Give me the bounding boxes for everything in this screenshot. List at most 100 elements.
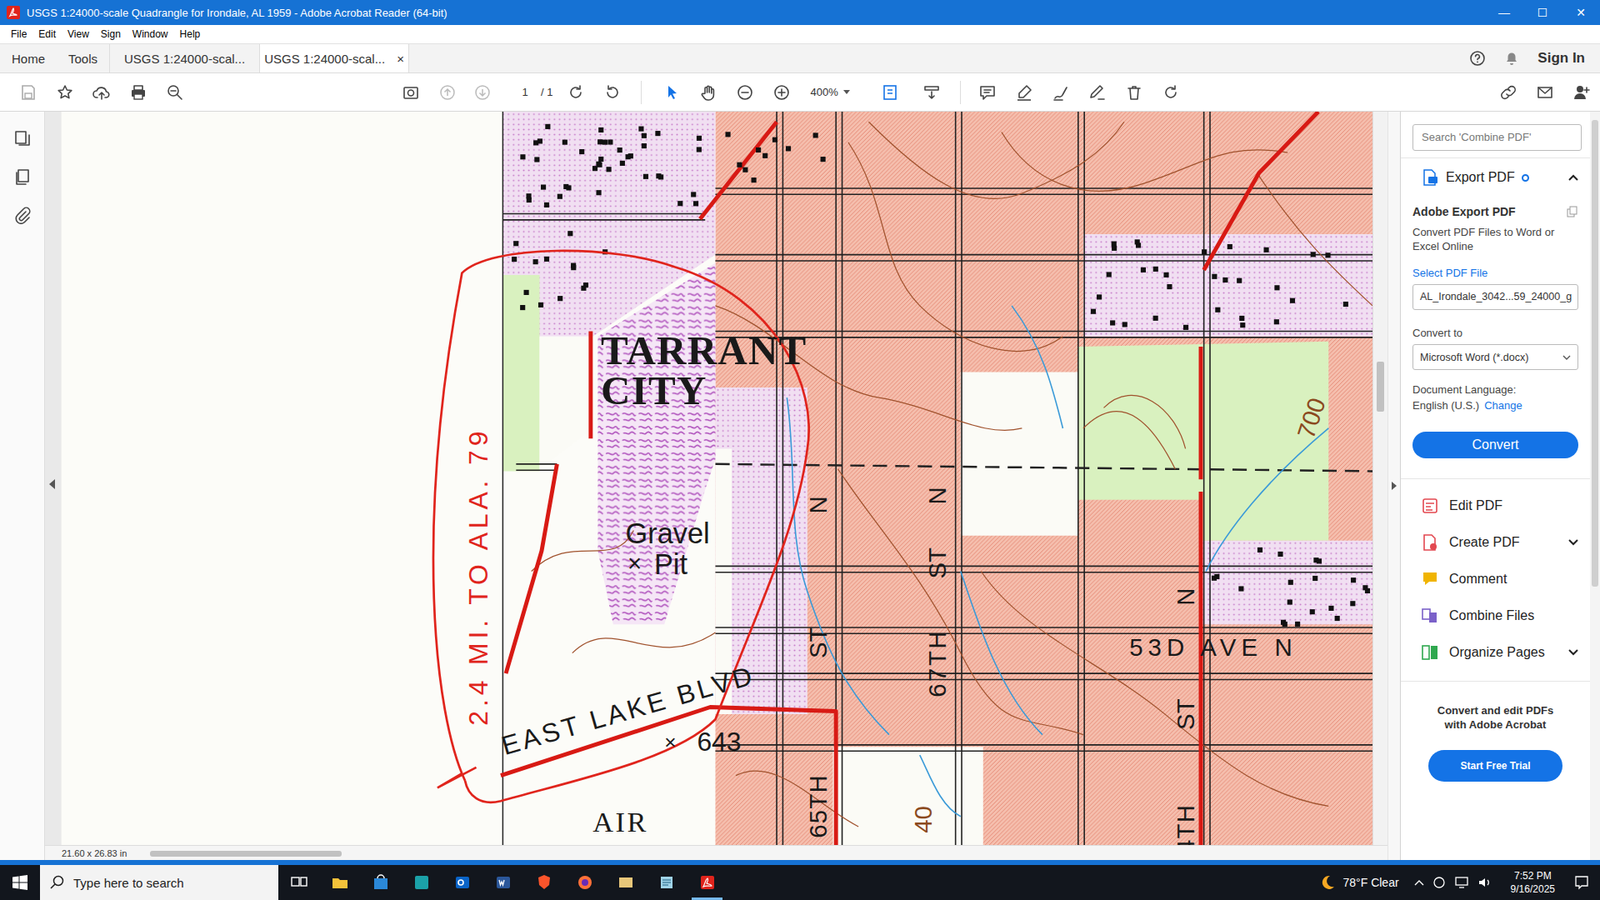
maximize-button[interactable]: ☐ xyxy=(1523,0,1562,25)
minimize-button[interactable]: — xyxy=(1485,0,1524,25)
taskbar-app[interactable] xyxy=(278,865,320,900)
copy-icon[interactable] xyxy=(1566,205,1579,218)
map-label: 65TH xyxy=(804,774,832,839)
sign-in-button[interactable]: Sign In xyxy=(1537,50,1585,67)
chevron-down-icon[interactable] xyxy=(1568,649,1579,656)
hand-button[interactable] xyxy=(696,80,720,105)
horizontal-scrollbar[interactable] xyxy=(136,848,1373,859)
sign-button[interactable] xyxy=(1085,80,1110,105)
tool-item[interactable]: Combine Files xyxy=(1400,597,1590,635)
tab[interactable]: Tools xyxy=(56,44,110,73)
draw-button[interactable] xyxy=(1049,80,1073,105)
taskbar-app[interactable] xyxy=(605,865,646,900)
tool-item[interactable]: Create PDF xyxy=(1400,524,1590,561)
highlight-icon xyxy=(1015,83,1034,102)
map-page[interactable]: TARRANTCITYGravel×PitEAST LAKE BLVD×643N… xyxy=(45,111,1373,845)
highlight-button[interactable] xyxy=(1012,80,1036,105)
taskbar-app[interactable] xyxy=(686,865,728,900)
export-pdf-header[interactable]: Export PDF xyxy=(1400,157,1590,195)
help-icon[interactable] xyxy=(1469,50,1486,67)
save-button[interactable] xyxy=(16,80,40,105)
scroll-thumb[interactable] xyxy=(1376,361,1385,412)
scroll-thumb[interactable] xyxy=(150,850,342,857)
zoom-in-button[interactable] xyxy=(770,80,794,105)
tool-item[interactable]: Edit PDF xyxy=(1400,487,1590,525)
taskbar-app[interactable] xyxy=(523,865,565,900)
format-dropdown[interactable]: Microsoft Word (*.docx) xyxy=(1412,344,1579,370)
collapse-left-button[interactable] xyxy=(48,478,57,490)
panel-content: Search 'Combine PDF'Export PDFAdobe Expo… xyxy=(1400,111,1590,860)
menu-item[interactable]: File xyxy=(5,28,33,40)
redo-button[interactable] xyxy=(1159,80,1183,105)
page-thumbnails-button[interactable] xyxy=(10,126,35,150)
snapshot-button[interactable] xyxy=(399,80,423,105)
volume-icon[interactable] xyxy=(1477,875,1493,890)
share-link-button[interactable] xyxy=(1496,80,1520,105)
menu-item[interactable]: Edit xyxy=(32,28,62,40)
start-button[interactable] xyxy=(0,865,40,900)
change-language-link[interactable]: Change xyxy=(1484,399,1523,412)
star-button[interactable] xyxy=(53,80,77,105)
tool-item[interactable]: Comment xyxy=(1400,560,1590,598)
scroll-thumb[interactable] xyxy=(1591,120,1599,587)
cursor-button[interactable] xyxy=(660,80,684,105)
panel-scrollbar[interactable] xyxy=(1590,111,1600,860)
notifications-button[interactable] xyxy=(1563,875,1600,890)
tool-item[interactable]: Organize Pages xyxy=(1400,634,1590,671)
delete-button[interactable] xyxy=(1122,80,1146,105)
cloud-upload-button[interactable] xyxy=(90,80,114,105)
close-button[interactable]: ✕ xyxy=(1561,0,1600,25)
meet-now-icon[interactable] xyxy=(1432,875,1446,890)
expand-panel-button[interactable] xyxy=(1387,111,1400,860)
print-button[interactable] xyxy=(126,80,150,105)
page-number-field[interactable]: 1 xyxy=(510,81,540,104)
panel-search-field[interactable]: Search 'Combine PDF' xyxy=(1412,124,1582,151)
taskbar-search[interactable]: Type here to search xyxy=(40,865,279,900)
page-up-icon xyxy=(438,83,457,102)
add-user-button[interactable] xyxy=(1570,80,1594,105)
organize-pages-icon xyxy=(1420,643,1440,662)
select-pdf-link[interactable]: Select PDF File xyxy=(1412,266,1579,280)
taskbar-app[interactable] xyxy=(482,865,524,900)
selected-file-field[interactable]: AL_Irondale_3042...59_24000_g xyxy=(1412,284,1579,310)
menu-item[interactable]: Window xyxy=(126,28,175,40)
chevron-up-icon[interactable] xyxy=(1568,174,1579,181)
zoom-out-button[interactable] xyxy=(733,80,757,105)
rotate-clockwise-button[interactable] xyxy=(564,80,588,105)
weather-widget[interactable]: 78°F Clear xyxy=(1318,873,1415,892)
chevron-up-icon[interactable] xyxy=(1414,879,1425,886)
tab[interactable]: Home xyxy=(0,44,57,73)
start-free-trial-button[interactable]: Start Free Trial xyxy=(1428,750,1562,782)
chevron-down-icon[interactable] xyxy=(1568,539,1579,546)
zoom-search-button[interactable] xyxy=(163,80,187,105)
page-up-button[interactable] xyxy=(435,80,460,105)
tab-close-button[interactable]: × xyxy=(396,51,405,66)
copy-pages-button[interactable] xyxy=(10,165,35,189)
fit-page-button[interactable] xyxy=(878,80,902,105)
tab[interactable]: USGS 1:24000-scal...× xyxy=(259,44,410,73)
menu-item[interactable]: Help xyxy=(174,28,207,40)
attachment-button[interactable] xyxy=(10,203,35,227)
rotate-counterclockwise-button[interactable] xyxy=(600,80,625,105)
network-icon[interactable] xyxy=(1454,875,1470,890)
mail-button[interactable] xyxy=(1533,80,1557,105)
convert-button[interactable]: Convert xyxy=(1412,431,1579,459)
clock[interactable]: 7:52 PM9/16/2025 xyxy=(1502,869,1564,896)
taskbar-app[interactable] xyxy=(360,865,401,900)
page-down-button[interactable] xyxy=(470,80,495,105)
menu-item[interactable]: View xyxy=(61,28,95,40)
taskbar-app[interactable] xyxy=(319,865,360,900)
bell-icon[interactable] xyxy=(1504,50,1520,67)
tab[interactable]: USGS 1:24000-scal... xyxy=(109,44,260,73)
taskbar-app[interactable] xyxy=(645,865,687,900)
taskbar-app[interactable] xyxy=(564,865,605,900)
scroll-mode-button[interactable] xyxy=(920,80,944,105)
taskbar-app[interactable] xyxy=(400,865,442,900)
vertical-scrollbar[interactable] xyxy=(1372,111,1388,845)
menu-item[interactable]: Sign xyxy=(95,28,127,40)
topographic-map[interactable]: TARRANTCITYGravel×PitEAST LAKE BLVD×643N… xyxy=(45,111,1373,845)
comment-button[interactable] xyxy=(975,80,1000,105)
taskbar-app[interactable] xyxy=(441,865,483,900)
map-label: 643 xyxy=(696,726,741,757)
zoom-dropdown[interactable]: 400% xyxy=(806,85,860,99)
